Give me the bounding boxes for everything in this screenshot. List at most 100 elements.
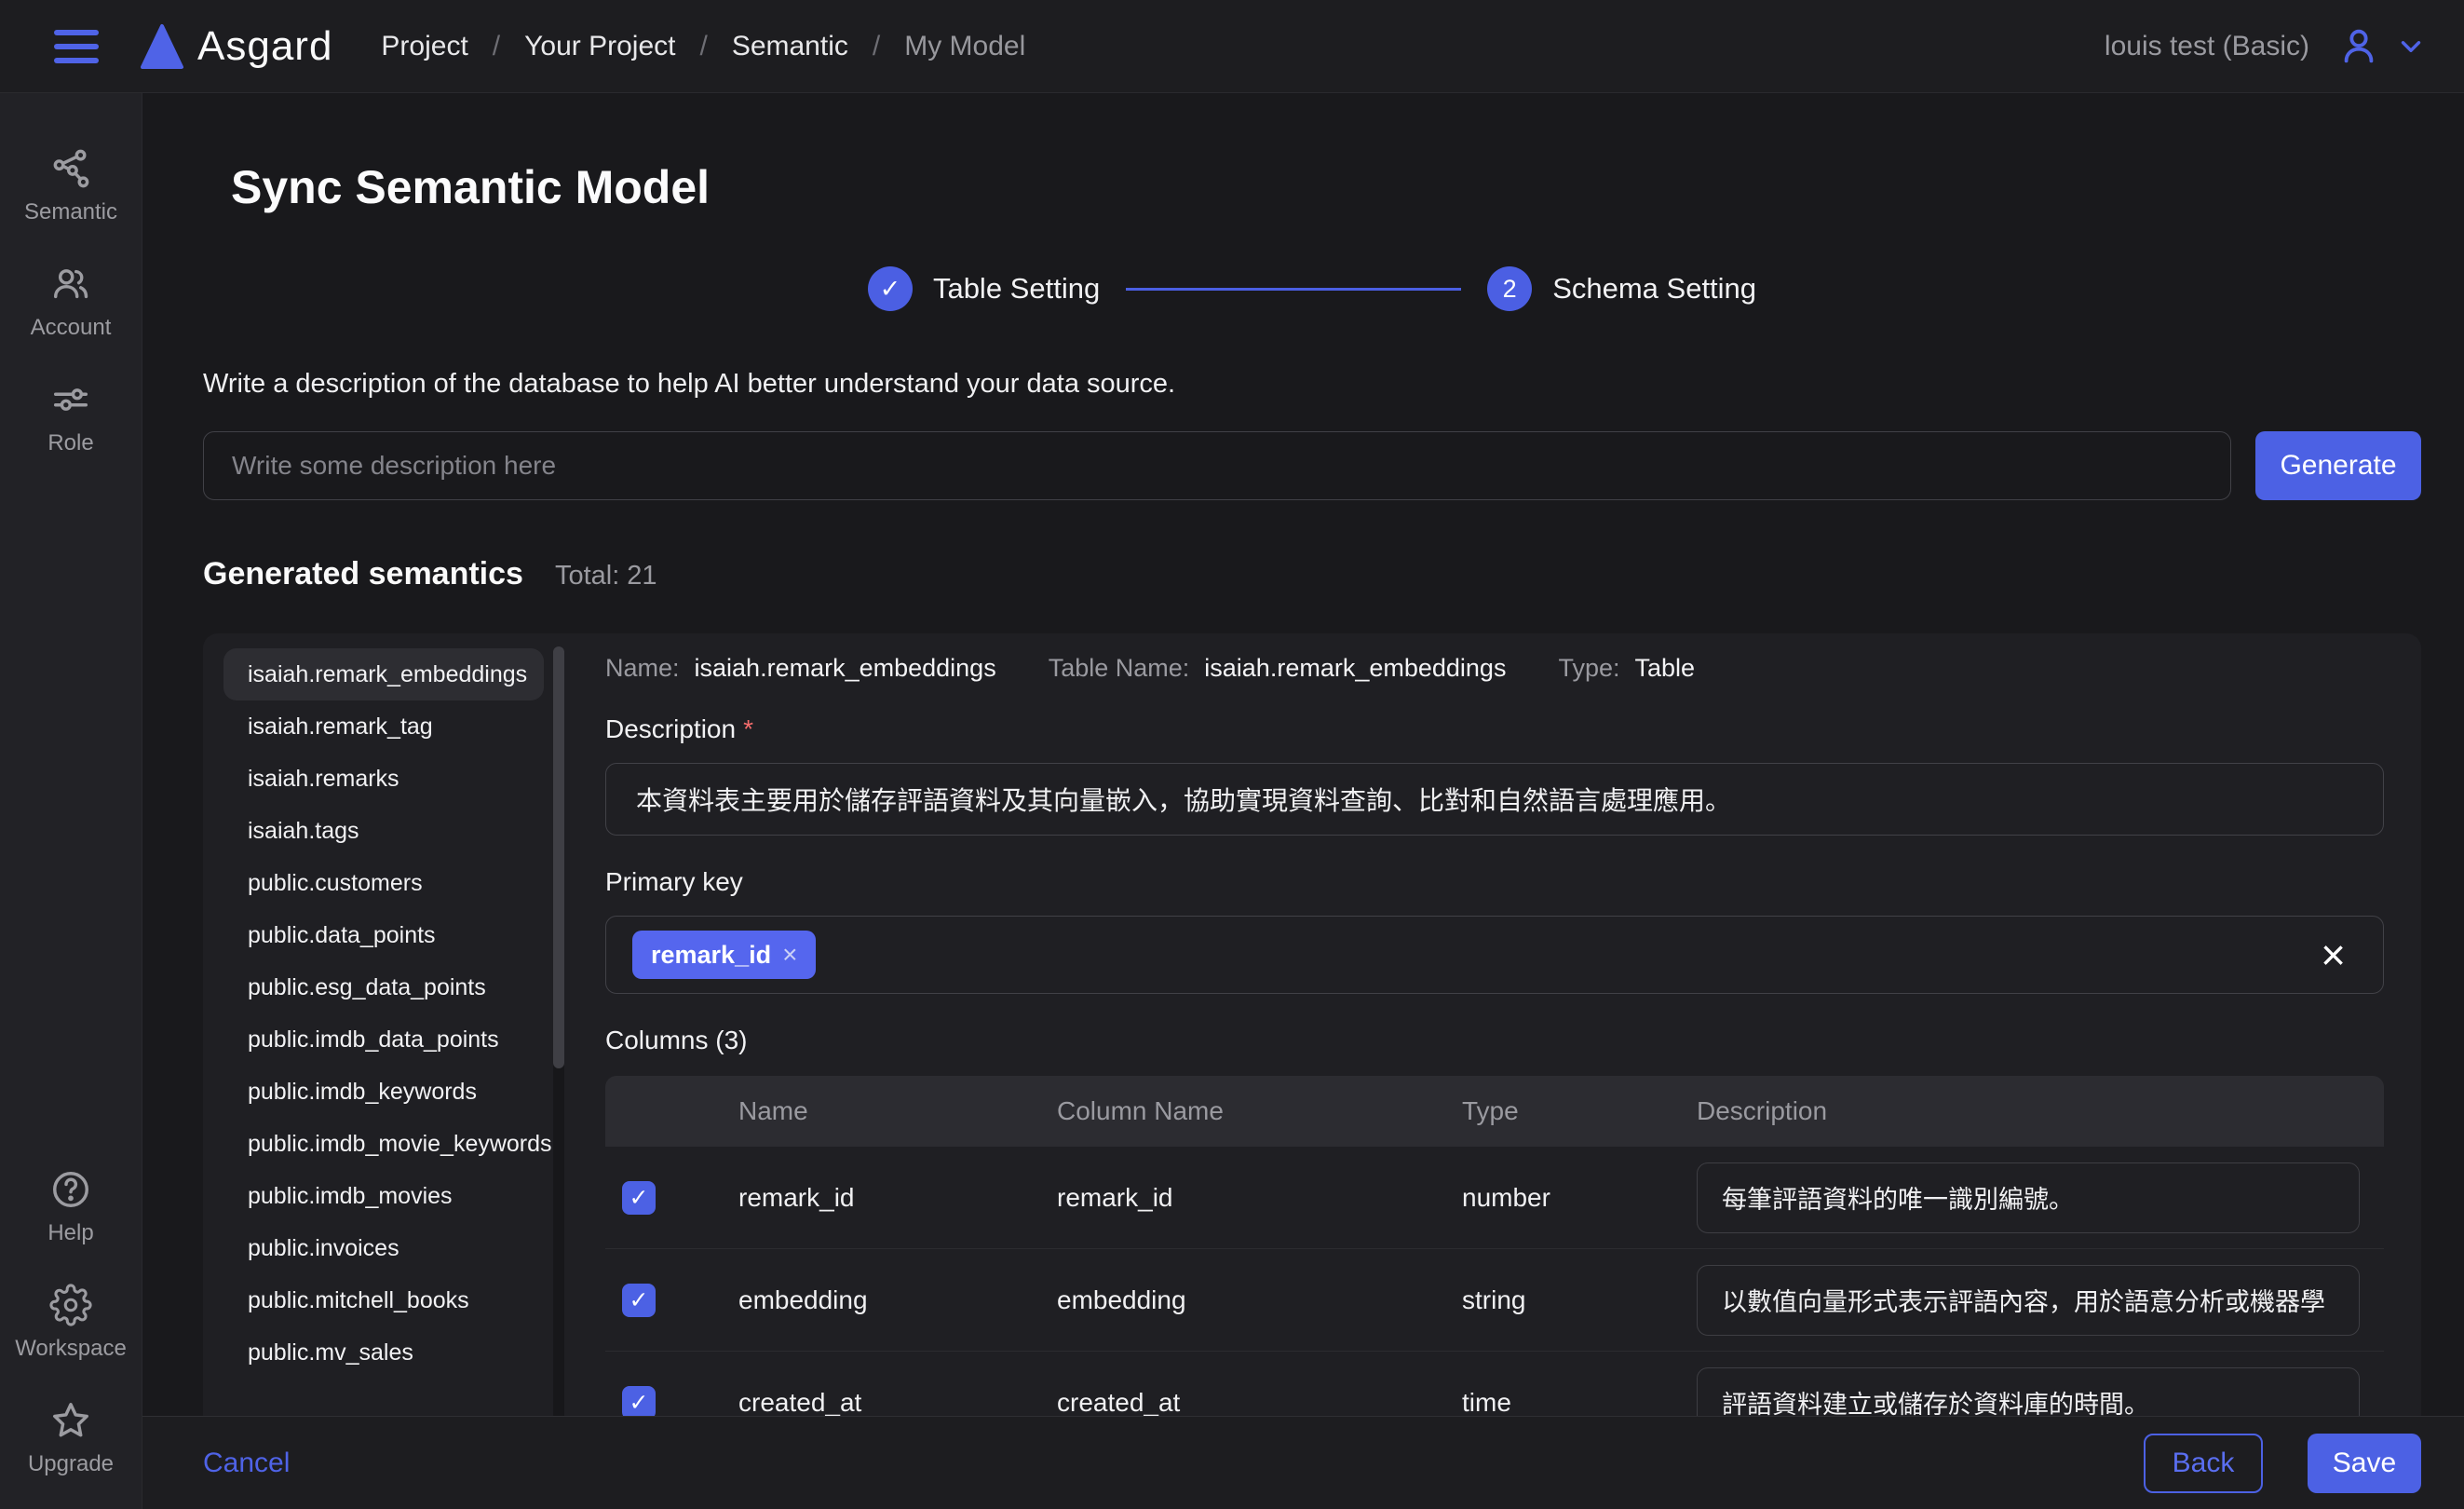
chevron-down-icon[interactable] [2395,31,2427,62]
breadcrumb-project[interactable]: Project [381,31,467,62]
breadcrumb-my-model: My Model [904,31,1025,62]
column-header-name: Name [738,1096,1057,1126]
table-row: ✓ embedding embedding string 以數值向量形式表示評語… [605,1249,2384,1352]
step-label: Schema Setting [1552,272,1756,306]
sidebar-label: Semantic [24,199,117,225]
primary-key-input[interactable]: remark_id × × [605,916,2384,994]
breadcrumb-separator: / [873,31,880,62]
sidebar-label: Upgrade [28,1451,114,1477]
breadcrumb-semantic[interactable]: Semantic [732,31,848,62]
list-item[interactable]: isaiah.remark_tag [223,700,544,753]
table-name-value: isaiah.remark_embeddings [1204,654,1506,683]
list-item[interactable]: public.imdb_keywords [223,1066,544,1118]
app-root: Asgard Project / Your Project / Semantic… [0,0,2464,1509]
list-item[interactable]: public.invoices [223,1222,544,1274]
cell-description-input[interactable]: 以數值向量形式表示評語內容，用於語意分析或機器學 [1697,1265,2360,1336]
list-item[interactable]: isaiah.remark_embeddings [223,648,544,700]
column-header-column-name: Column Name [1057,1096,1462,1126]
top-bar: Asgard Project / Your Project / Semantic… [0,0,2464,93]
columns-table: Name Column Name Type Description ✓ rema… [605,1076,2384,1416]
cancel-button[interactable]: Cancel [203,1448,290,1479]
cell-column-name: created_at [1057,1388,1462,1417]
role-sliders-icon [49,378,92,421]
menu-icon[interactable] [54,30,99,63]
sidebar-item-help[interactable]: Help [47,1168,93,1246]
row-checkbox[interactable]: ✓ [622,1181,656,1215]
list-item[interactable]: isaiah.tags [223,805,544,857]
list-item[interactable]: public.mitchell_books [223,1274,544,1326]
row-checkbox[interactable]: ✓ [622,1284,656,1317]
step-table-setting[interactable]: ✓ Table Setting [868,266,1100,311]
generated-semantics-title: Generated semantics [203,556,523,592]
cell-column-name: embedding [1057,1285,1462,1315]
primary-key-chip[interactable]: remark_id × [632,931,816,979]
list-item[interactable]: public.esg_data_points [223,961,544,1013]
user-avatar-icon[interactable] [2337,25,2380,68]
save-button[interactable]: Save [2308,1434,2421,1493]
breadcrumb-your-project[interactable]: Your Project [524,31,675,62]
generate-button[interactable]: Generate [2255,431,2421,500]
table-detail: Name: isaiah.remark_embeddings Table Nam… [568,633,2421,1416]
column-header-description: Description [1697,1096,2384,1126]
step-check-icon: ✓ [868,266,913,311]
chip-close-icon[interactable]: × [782,942,797,968]
detail-meta: Name: isaiah.remark_embeddings Table Nam… [605,654,2384,683]
list-item[interactable]: public.imdb_data_points [223,1013,544,1066]
table-row: ✓ remark_id remark_id number 每筆評語資料的唯一識別… [605,1147,2384,1249]
table-name-label: Table Name: [1049,654,1190,683]
cell-name: remark_id [738,1183,1057,1213]
type-label: Type: [1558,654,1619,683]
stepper-connector [1126,288,1461,291]
list-item[interactable]: public.customers [223,857,544,909]
list-scrollbar-thumb[interactable] [553,646,564,1068]
list-item[interactable]: public.imdb_movie_keywords [223,1118,544,1170]
cell-name: created_at [738,1388,1057,1417]
cell-description-input[interactable]: 評語資料建立或儲存於資料庫的時間。 [1697,1367,2360,1417]
account-people-icon [49,263,92,306]
name-value: isaiah.remark_embeddings [695,654,996,683]
user-name: louis test (Basic) [2105,31,2309,62]
list-item[interactable]: isaiah.remarks [223,753,544,805]
cell-column-name: remark_id [1057,1183,1462,1213]
topbar-right: louis test (Basic) [2105,25,2427,68]
semantics-card: isaiah.remark_embeddings isaiah.remark_t… [203,633,2421,1416]
table-description-input[interactable]: 本資料表主要用於儲存評語資料及其向量嵌入，協助實現資料查詢、比對和自然語言處理應… [605,763,2384,836]
table-list: isaiah.remark_embeddings isaiah.remark_t… [203,633,568,1416]
cell-name: embedding [738,1285,1057,1315]
footer-bar: Cancel Back Save [142,1416,2464,1509]
list-scrollbar[interactable] [553,646,564,1416]
sidebar-label: Role [47,430,93,456]
sidebar-bottom: Help Workspace Upgrade [15,1168,127,1477]
sidebar-item-workspace[interactable]: Workspace [15,1284,127,1362]
cell-type: number [1462,1183,1697,1213]
breadcrumb-separator: / [699,31,707,62]
brand-name: Asgard [197,23,332,70]
sidebar-item-semantic[interactable]: Semantic [24,147,117,225]
asgard-logo-icon [138,22,186,71]
list-item[interactable]: public.data_points [223,909,544,961]
column-header-type: Type [1462,1096,1697,1126]
columns-table-header: Name Column Name Type Description [605,1076,2384,1147]
back-button[interactable]: Back [2144,1434,2263,1493]
list-item[interactable]: public.mv_sales [223,1326,544,1379]
sidebar-label: Account [31,315,112,341]
step-schema-setting[interactable]: 2 Schema Setting [1487,266,1756,311]
sidebar-item-upgrade[interactable]: Upgrade [28,1399,114,1477]
star-icon [49,1399,92,1442]
breadcrumb-separator: / [493,31,500,62]
cell-description-input[interactable]: 每筆評語資料的唯一識別編號。 [1697,1162,2360,1233]
main-content: Sync Semantic Model ✓ Table Setting 2 Sc… [142,93,2464,1416]
generated-semantics-total: Total: 21 [555,561,657,591]
sidebar-item-role[interactable]: Role [47,378,93,456]
columns-heading: Columns (3) [605,1026,2384,1055]
db-description-input[interactable] [203,431,2231,500]
sidebar-item-account[interactable]: Account [31,263,112,341]
clear-icon[interactable]: × [2321,933,2346,976]
table-row: ✓ created_at created_at time 評語資料建立或儲存於資… [605,1352,2384,1416]
footer-actions: Back Save [2144,1434,2421,1493]
row-checkbox[interactable]: ✓ [622,1386,656,1417]
side-nav: Semantic Account Role Help [0,93,142,1509]
list-item[interactable]: public.imdb_movies [223,1170,544,1222]
db-description-row: Generate [203,431,2421,500]
db-description-prompt: Write a description of the database to h… [203,369,2421,400]
